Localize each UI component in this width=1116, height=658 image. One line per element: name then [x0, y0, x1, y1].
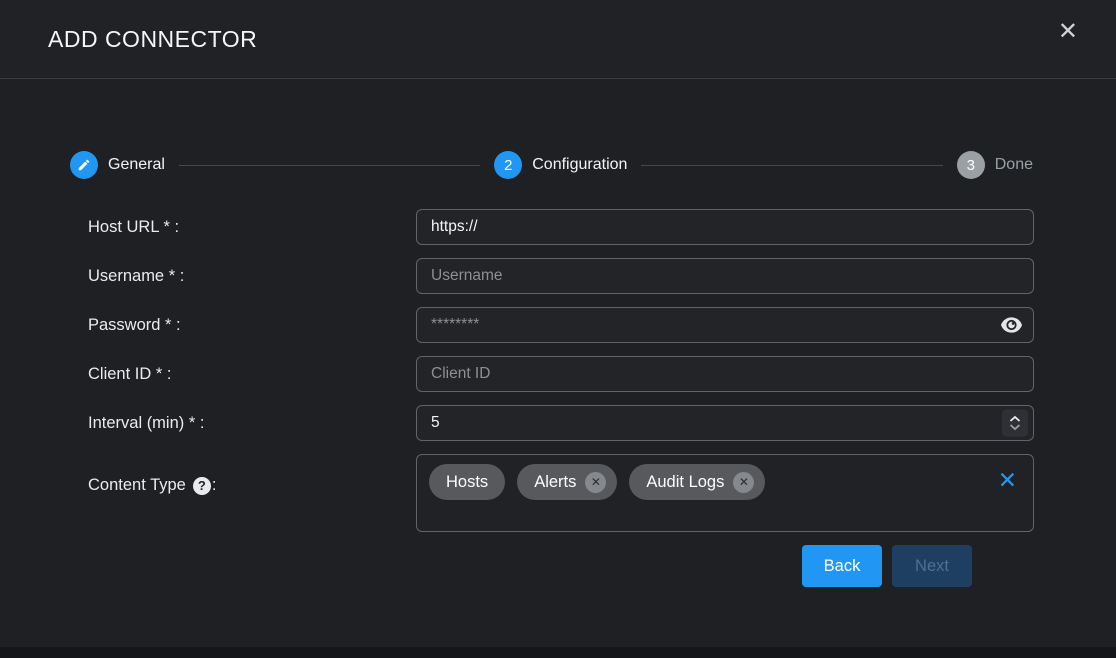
content-type-multiselect[interactable]: Hosts Alerts ✕ Audit Logs ✕ ✕ [416, 454, 1034, 532]
username-input[interactable] [416, 258, 1034, 294]
form-row-client-id: Client ID * : [88, 356, 1034, 392]
chevron-down-icon[interactable] [1009, 424, 1021, 431]
stepper-connector [641, 165, 942, 166]
tag-remove-icon[interactable]: ✕ [733, 472, 754, 493]
tag-hosts[interactable]: Hosts [429, 464, 505, 500]
modal-title: ADD CONNECTOR [48, 26, 1054, 53]
step-2-circle: 2 [494, 151, 522, 179]
next-button[interactable]: Next [892, 545, 972, 587]
tag-label: Hosts [446, 473, 488, 492]
help-icon[interactable]: ? [193, 477, 211, 495]
modal-header: ADD CONNECTOR ✕ [0, 0, 1116, 79]
password-label: Password * : [88, 316, 416, 335]
back-button[interactable]: Back [802, 545, 882, 587]
close-icon[interactable]: ✕ [1054, 16, 1082, 48]
form-row-host-url: Host URL * : [88, 209, 1034, 245]
form-row-username: Username * : [88, 258, 1034, 294]
client-id-label: Client ID * : [88, 365, 416, 384]
content-type-label: Content Type ? : [88, 476, 416, 495]
form-row-interval: Interval (min) * : [88, 405, 1034, 441]
host-url-input[interactable] [416, 209, 1034, 245]
step-done-label: Done [995, 156, 1033, 174]
tag-alerts[interactable]: Alerts ✕ [517, 464, 617, 500]
interval-input[interactable] [416, 405, 1034, 441]
content-type-colon: : [212, 476, 217, 495]
wizard-stepper: General 2 Configuration 3 Done [70, 151, 1033, 179]
content-type-label-text: Content Type [88, 476, 186, 495]
chevron-up-icon[interactable] [1009, 416, 1021, 423]
form-row-content-type: Content Type ? : Hosts Alerts ✕ Audit Lo… [88, 454, 1034, 532]
client-id-input[interactable] [416, 356, 1034, 392]
host-url-label: Host URL * : [88, 218, 416, 237]
step-done[interactable]: 3 Done [957, 151, 1033, 179]
tag-audit-logs[interactable]: Audit Logs ✕ [629, 464, 765, 500]
page-background-strip [0, 647, 1116, 658]
step-3-circle: 3 [957, 151, 985, 179]
step-general-label: General [108, 156, 165, 174]
step-general[interactable]: General [70, 151, 165, 179]
username-label: Username * : [88, 267, 416, 286]
tag-label: Alerts [534, 473, 576, 492]
pencil-icon [70, 151, 98, 179]
stepper-connector [179, 165, 480, 166]
connector-form: Host URL * : Username * : Password * : C… [0, 209, 1116, 587]
step-configuration-label: Configuration [532, 156, 627, 174]
clear-all-icon[interactable]: ✕ [998, 469, 1017, 492]
form-row-password: Password * : [88, 307, 1034, 343]
step-configuration[interactable]: 2 Configuration [494, 151, 627, 179]
wizard-footer: Back Next [88, 545, 1034, 587]
tag-remove-icon[interactable]: ✕ [585, 472, 606, 493]
tag-label: Audit Logs [646, 473, 724, 492]
spinner-stepper[interactable] [1002, 410, 1028, 437]
eye-icon[interactable] [1000, 317, 1023, 333]
password-input[interactable] [416, 307, 1034, 343]
interval-label: Interval (min) * : [88, 414, 416, 433]
